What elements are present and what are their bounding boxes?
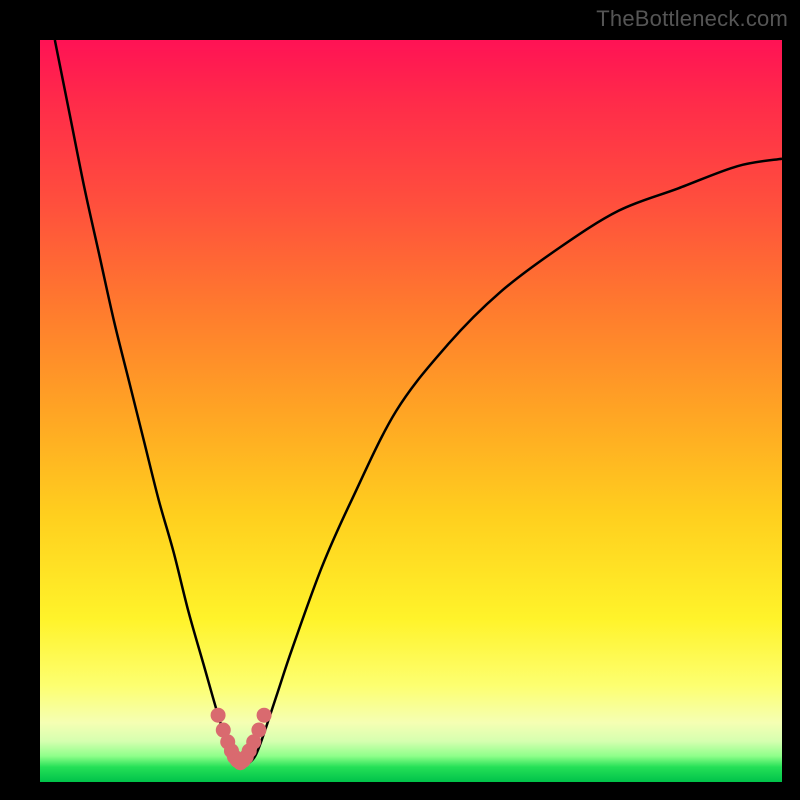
marker-dot bbox=[251, 723, 266, 738]
watermark-text: TheBottleneck.com bbox=[596, 6, 788, 32]
bottleneck-curve bbox=[55, 40, 782, 764]
curve-svg bbox=[40, 40, 782, 782]
marker-dot bbox=[211, 708, 226, 723]
marker-dot bbox=[257, 708, 272, 723]
chart-frame: TheBottleneck.com bbox=[0, 0, 800, 800]
plot-area bbox=[40, 40, 782, 782]
